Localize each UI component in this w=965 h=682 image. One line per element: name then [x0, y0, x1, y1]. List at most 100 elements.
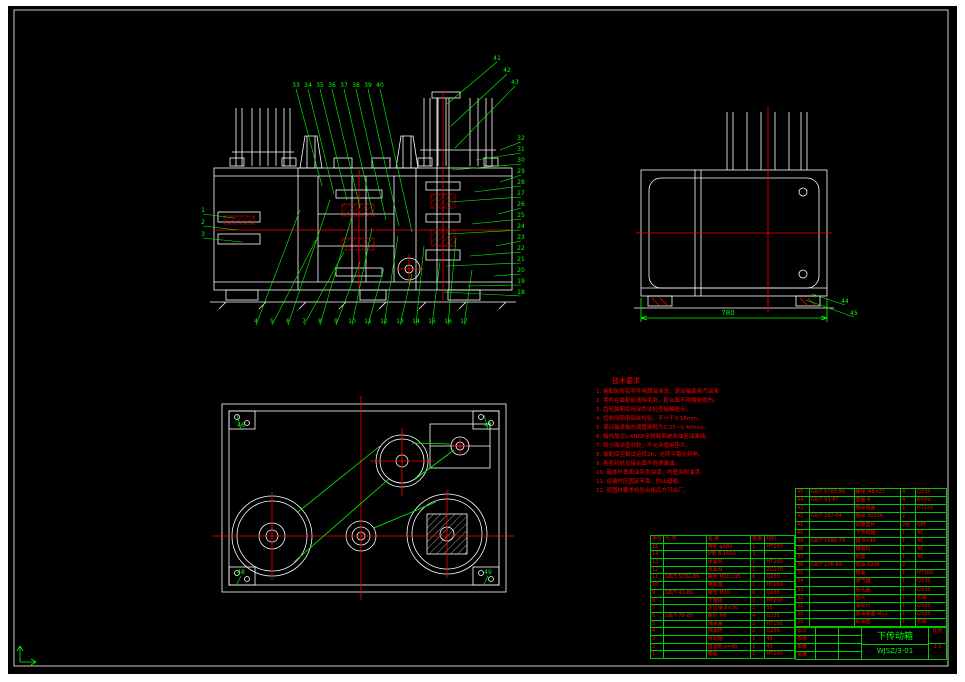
bom-cell: 1: [901, 554, 916, 562]
callout-number: 36: [328, 82, 336, 89]
bom-cell: [664, 597, 707, 605]
note-line: 5. 滚动轴承轴向调整游隙为0.25~0.40mm。: [596, 425, 709, 431]
callout-number: 21: [517, 256, 525, 263]
note-line: 1. 装配前所有零件用煤油清洗，滚动轴承用汽油清洗。: [596, 389, 718, 395]
bom-cell: 13: [651, 559, 664, 566]
bom-row: 30 放油螺塞 M12 1 Q235: [796, 609, 946, 618]
bom-cell: 1: [901, 537, 916, 545]
bom-row: 12 张紧臂 1 ZG270: [651, 565, 794, 574]
bom-cell: 1: [751, 566, 766, 574]
bom-row: 4 挡油环 2 Q235: [651, 627, 794, 635]
bom-cell: Q235: [766, 612, 780, 619]
bom-cell: 名 称: [707, 536, 752, 543]
bom-cell: [810, 578, 855, 586]
note-line: 7. 剖分面涂密封胶，不允许使用垫片。: [596, 443, 691, 449]
notes-title: 技术要求: [612, 377, 640, 385]
bom-cell: 螺母 M10: [707, 589, 752, 597]
bom-row: 9 GB/T 41-86 螺母 M10 6 Q235: [651, 588, 794, 597]
bom-cell: 螺栓 M10×35: [707, 574, 752, 582]
bom-cell: GB/T 1096-79: [810, 537, 855, 545]
bom-cell: 6: [751, 589, 766, 597]
bom-cell: HT200: [766, 543, 783, 550]
bom-cell: 1: [901, 529, 916, 537]
bom-cell: 传动轴: [707, 635, 752, 643]
bom-cell: 螺栓 M8×25: [855, 489, 901, 497]
callout-number: 41: [493, 55, 501, 62]
bom-cell: 垫片: [855, 594, 901, 602]
callout-number: 6: [286, 318, 290, 325]
callout-number: 2: [201, 219, 205, 226]
bom-cell: 序号: [652, 536, 664, 543]
bom-cell: Q235: [917, 578, 931, 585]
bom-cell: 2组: [901, 521, 916, 529]
bom-row: 45 GB/T 5783-86 螺栓 M8×25 4 Q235: [796, 489, 946, 497]
bom-cell: 43: [796, 505, 810, 513]
bom-cell: 40: [796, 529, 810, 537]
bom-cell: 1: [751, 597, 766, 605]
bom-cell: 42: [796, 513, 810, 521]
note-line: 3. 齿轮装配后用涂色法检查接触斑点。: [596, 407, 691, 413]
callout-number: 31: [517, 146, 525, 153]
note-line: 4. 齿侧间隙用铅丝检验，不小于0.16mm。: [596, 416, 703, 422]
bom-cell: [810, 594, 855, 602]
bom-cell: [664, 559, 707, 566]
bom-cell: [810, 521, 855, 529]
dimension-side-width: 780: [721, 309, 734, 317]
callout-number: 30: [517, 157, 525, 164]
title-block-blank-cell: [839, 628, 861, 635]
bom-cell: 32: [796, 594, 810, 602]
notes-items: 1. 装配前所有零件用煤油清洗，滚动轴承用汽油清洗。 2. 零件在装配前清除毛刺，…: [596, 388, 718, 496]
bom-row: 10 电机座 1 HT150: [651, 581, 794, 589]
bom-cell: 锥齿轮: [855, 545, 901, 553]
note-line: 12. 按图样要求检验合格后方可出厂。: [596, 488, 689, 494]
scale-label: 比例: [932, 628, 943, 634]
title-block-field-label: 审核: [796, 644, 816, 651]
bom-cell: 2: [751, 605, 766, 612]
callout-number: 44: [841, 298, 849, 305]
bom-cell: [810, 610, 855, 618]
bom-cell: GB/T 297-84: [810, 513, 855, 521]
callout-number: 4: [254, 318, 258, 325]
bom-cell: 1: [901, 578, 916, 586]
bom-table-right: 45 GB/T 5783-86 螺栓 M8×25 4 Q235 44 GB/T 93-87 垫…: [795, 488, 947, 627]
bom-cell: HT150: [766, 582, 783, 589]
title-block-field-label: 批准: [796, 652, 816, 659]
bom-row: 7 定位销 8×30 2 35: [651, 604, 794, 612]
bom-cell: 下传动轴: [855, 529, 901, 537]
title-block-blank-cell: [816, 628, 839, 635]
bom-row: 2 直齿轮 z=40 1 45: [651, 642, 794, 651]
callout-number: 15: [428, 318, 436, 325]
callout-number: 17: [460, 318, 468, 325]
callout-number: 1: [201, 207, 205, 214]
bom-cell: 箱座: [707, 651, 752, 658]
bom-cell: [810, 586, 855, 594]
bom-table-left: 序号代 号名 称数量 材料 15 带轮 φ180 1 HT200 14 V带 B-1600 3 1…: [650, 535, 795, 659]
bom-cell: [664, 543, 707, 551]
bom-cell: 定位销 8×30: [707, 605, 752, 612]
bom-cell: [810, 505, 855, 513]
callout-number: 45: [850, 310, 858, 317]
bom-cell: 张紧轮: [707, 559, 752, 566]
bom-cell: 3: [751, 551, 766, 559]
bom-cell: [810, 570, 855, 578]
bom-row: 6 GB/T 78-85 螺钉 M6 4 Q235: [651, 611, 794, 620]
bom-cell: 2: [901, 513, 916, 521]
callout-number: 39: [364, 82, 372, 89]
bom-row: 序号代 号名 称数量 材料: [651, 536, 794, 543]
bom-cell: 轴承 6206: [855, 562, 901, 570]
title-block-row: 批准: [796, 651, 861, 659]
bom-cell: [765, 551, 794, 558]
bom-cell: [916, 562, 946, 569]
bom-row: 40 下传动轴 1 45: [796, 528, 946, 537]
bom-cell: 1: [751, 643, 766, 651]
title-block-field-label: 设计: [796, 628, 816, 635]
bom-cell: [810, 619, 855, 627]
bom-cell: 45: [796, 489, 810, 497]
note-line: 6. 箱内加注L-AN68全损耗系统用油至油面线。: [596, 434, 711, 440]
bom-cell: HT200: [766, 651, 783, 658]
bom-cell: 45: [917, 537, 924, 544]
bom-cell: 8: [651, 597, 664, 605]
bom-cell: 4: [651, 628, 664, 635]
callout-number: 35: [316, 82, 324, 89]
bom-cell: 轴承端盖: [855, 505, 901, 513]
